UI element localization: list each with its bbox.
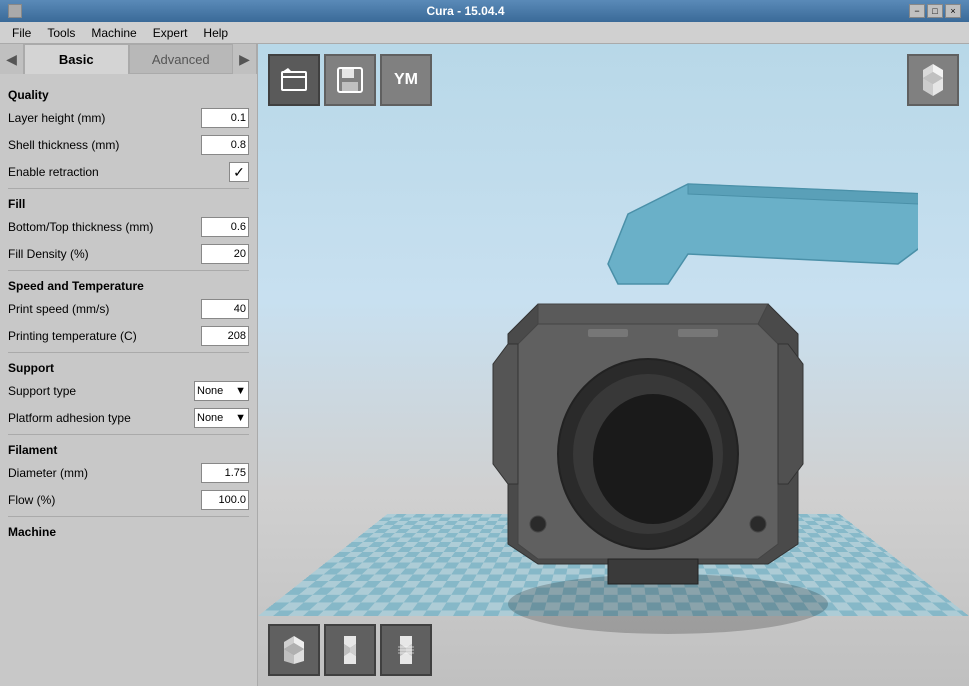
divider-4 bbox=[8, 434, 249, 435]
platform-adhesion-dropdown[interactable]: None ▼ bbox=[194, 408, 249, 428]
viewport-toolbar-top-right bbox=[907, 54, 959, 106]
quality-section-header: Quality bbox=[8, 88, 249, 102]
shell-thickness-label: Shell thickness (mm) bbox=[8, 138, 201, 152]
main-layout: ◀ Basic Advanced ▶ Quality Layer height … bbox=[0, 44, 969, 686]
close-button[interactable]: × bbox=[945, 4, 961, 18]
layer-height-row: Layer height (mm) bbox=[8, 106, 249, 130]
flow-input[interactable] bbox=[201, 490, 249, 510]
enable-retraction-row: Enable retraction ✓ bbox=[8, 160, 249, 184]
sidebar: ◀ Basic Advanced ▶ Quality Layer height … bbox=[0, 44, 258, 686]
print-speed-input[interactable] bbox=[201, 299, 249, 319]
shell-thickness-input[interactable] bbox=[201, 135, 249, 155]
print-speed-label: Print speed (mm/s) bbox=[8, 302, 201, 316]
toolbar-bottom-btn2[interactable] bbox=[324, 624, 376, 676]
platform-adhesion-value: None bbox=[197, 412, 223, 424]
toolbar-save-button[interactable] bbox=[324, 54, 376, 106]
menu-machine[interactable]: Machine bbox=[83, 24, 144, 42]
support-section-header: Support bbox=[8, 361, 249, 375]
tab-basic[interactable]: Basic bbox=[24, 44, 129, 74]
tab-advanced[interactable]: Advanced bbox=[129, 44, 234, 74]
fill-section-header: Fill bbox=[8, 197, 249, 211]
fill-density-input[interactable] bbox=[201, 244, 249, 264]
menu-help[interactable]: Help bbox=[195, 24, 236, 42]
fill-density-row: Fill Density (%) bbox=[8, 242, 249, 266]
enable-retraction-label: Enable retraction bbox=[8, 165, 229, 179]
diameter-input[interactable] bbox=[201, 463, 249, 483]
flow-row: Flow (%) bbox=[8, 488, 249, 512]
shell-thickness-row: Shell thickness (mm) bbox=[8, 133, 249, 157]
tab-right-arrow[interactable]: ▶ bbox=[233, 44, 257, 74]
printing-temp-input[interactable] bbox=[201, 326, 249, 346]
flow-label: Flow (%) bbox=[8, 493, 201, 507]
sidebar-content: Quality Layer height (mm) Shell thicknes… bbox=[0, 74, 257, 686]
toolbar-bottom-btn3[interactable] bbox=[380, 624, 432, 676]
bottom-top-thickness-label: Bottom/Top thickness (mm) bbox=[8, 220, 201, 234]
restore-button[interactable]: □ bbox=[927, 4, 943, 18]
platform-adhesion-row: Platform adhesion type None ▼ bbox=[8, 406, 249, 430]
support-type-value: None bbox=[197, 385, 223, 397]
toolbar-bottom-btn1[interactable] bbox=[268, 624, 320, 676]
menu-expert[interactable]: Expert bbox=[145, 24, 196, 42]
divider-2 bbox=[8, 270, 249, 271]
title-bar: Cura - 15.04.4 − □ × bbox=[0, 0, 969, 22]
toolbar-ym-button[interactable]: YM bbox=[380, 54, 432, 106]
menu-bar: File Tools Machine Expert Help bbox=[0, 22, 969, 44]
toolbar-load-button[interactable] bbox=[268, 54, 320, 106]
support-type-row: Support type None ▼ bbox=[8, 379, 249, 403]
menu-tools[interactable]: Tools bbox=[39, 24, 83, 42]
layer-height-input[interactable] bbox=[201, 108, 249, 128]
app-icon bbox=[8, 4, 22, 18]
bottom-top-thickness-row: Bottom/Top thickness (mm) bbox=[8, 215, 249, 239]
viewport-toolbar-bottom bbox=[268, 624, 432, 676]
support-type-dropdown[interactable]: None ▼ bbox=[194, 381, 249, 401]
tab-left-arrow[interactable]: ◀ bbox=[0, 44, 24, 74]
minimize-button[interactable]: − bbox=[909, 4, 925, 18]
filament-section-header: Filament bbox=[8, 443, 249, 457]
toolbar-view-button[interactable] bbox=[907, 54, 959, 106]
viewport-toolbar-top: YM bbox=[268, 54, 432, 106]
divider-1 bbox=[8, 188, 249, 189]
support-type-label: Support type bbox=[8, 384, 194, 398]
support-type-arrow: ▼ bbox=[235, 385, 246, 397]
platform-adhesion-label: Platform adhesion type bbox=[8, 411, 194, 425]
printing-temp-label: Printing temperature (C) bbox=[8, 329, 201, 343]
bottom-top-thickness-input[interactable] bbox=[201, 217, 249, 237]
enable-retraction-checkbox[interactable]: ✓ bbox=[229, 162, 249, 182]
viewport[interactable]: YM bbox=[258, 44, 969, 686]
diameter-label: Diameter (mm) bbox=[8, 466, 201, 480]
printing-temp-row: Printing temperature (C) bbox=[8, 324, 249, 348]
3d-object bbox=[338, 104, 918, 644]
menu-file[interactable]: File bbox=[4, 24, 39, 42]
tab-bar: ◀ Basic Advanced ▶ bbox=[0, 44, 257, 74]
speed-section-header: Speed and Temperature bbox=[8, 279, 249, 293]
machine-section-header: Machine bbox=[8, 525, 249, 539]
divider-3 bbox=[8, 352, 249, 353]
window-title: Cura - 15.04.4 bbox=[22, 4, 909, 18]
diameter-row: Diameter (mm) bbox=[8, 461, 249, 485]
platform-adhesion-arrow: ▼ bbox=[235, 412, 246, 424]
layer-height-label: Layer height (mm) bbox=[8, 111, 201, 125]
print-speed-row: Print speed (mm/s) bbox=[8, 297, 249, 321]
fill-density-label: Fill Density (%) bbox=[8, 247, 201, 261]
divider-5 bbox=[8, 516, 249, 517]
